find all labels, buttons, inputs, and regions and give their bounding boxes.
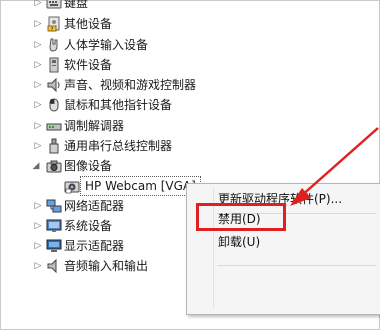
collapse-arrow-icon[interactable]: ◢ xyxy=(31,156,41,176)
tree-item-hp-webcam[interactable]: HP Webcam [VGA] xyxy=(0,176,201,196)
svg-text:?: ? xyxy=(51,27,54,32)
usb-icon xyxy=(46,138,62,154)
display-adapter-icon xyxy=(46,238,62,254)
tree-item-modem[interactable]: ▷ 调制解调器 xyxy=(0,116,200,136)
modem-icon xyxy=(46,118,62,134)
tree-item-label: 软件设备 xyxy=(64,58,113,72)
network-icon xyxy=(46,198,62,214)
tree-item-sound-video[interactable]: ▷ 声音、视频和游戏控制器 xyxy=(0,75,240,95)
expand-arrow-icon[interactable]: ▷ xyxy=(33,116,43,136)
keyboard-icon xyxy=(46,0,62,11)
expand-arrow-icon[interactable]: ▷ xyxy=(33,136,43,156)
tree-item-label: 其他设备 xyxy=(64,17,113,31)
expand-arrow-icon[interactable]: ▷ xyxy=(33,35,43,55)
camera-icon xyxy=(46,158,62,174)
tree-item-mouse[interactable]: ▷ 鼠标和其他指针设备 xyxy=(0,95,220,115)
expand-arrow-icon[interactable]: ▷ xyxy=(33,55,43,75)
tree-item-label: 键盘 xyxy=(64,0,89,10)
speaker-icon xyxy=(46,77,62,93)
tree-item-label: 显示适配器 xyxy=(64,239,125,253)
software-device-icon xyxy=(46,57,62,73)
tree-item-label: 鼠标和其他指针设备 xyxy=(64,98,173,112)
tree-item-label: 调制解调器 xyxy=(64,119,125,133)
tree-item-label: 网络适配器 xyxy=(64,199,125,213)
unknown-device-icon: ? xyxy=(46,16,62,33)
tree-item-label: 人体学输入设备 xyxy=(64,38,149,52)
tree-item-label: 系统设备 xyxy=(64,219,113,233)
tree-item-label: 图像设备 xyxy=(64,159,113,173)
tree-item-label: 通用串行总线控制器 xyxy=(64,139,173,153)
tree-item-label: HP Webcam [VGA] xyxy=(80,176,201,196)
hid-icon xyxy=(46,37,62,53)
tree-item-system-devices[interactable]: ▷ 系统设备 xyxy=(0,216,200,236)
tree-item-hid[interactable]: ▷ 人体学输入设备 xyxy=(0,35,220,55)
tree-item-network-adapters[interactable]: ▷ 网络适配器 xyxy=(0,196,200,216)
expand-arrow-icon[interactable]: ▷ xyxy=(33,75,43,95)
menu-item-uninstall[interactable]: 卸载(U) xyxy=(218,232,260,252)
webcam-icon xyxy=(64,178,80,194)
tree-item-usb[interactable]: ▷ 通用串行总线控制器 xyxy=(0,136,220,156)
mouse-icon xyxy=(46,97,62,113)
menu-separator xyxy=(217,265,376,266)
expand-arrow-icon[interactable]: ▷ xyxy=(33,14,43,34)
tree-item-label: 音频输入和输出 xyxy=(64,259,149,273)
expand-arrow-icon[interactable]: ▷ xyxy=(33,236,43,256)
expand-arrow-icon[interactable]: ▷ xyxy=(33,95,43,115)
tree-item-imaging-devices[interactable]: ◢ 图像设备 xyxy=(0,156,200,176)
expand-arrow-icon[interactable]: ▷ xyxy=(33,256,43,276)
tree-item-audio-io[interactable]: ▷ 音频输入和输出 xyxy=(0,256,200,276)
expand-arrow-icon[interactable]: ▷ xyxy=(33,196,43,216)
annotation-highlight-box xyxy=(196,203,286,231)
tree-item-software-devices[interactable]: ▷ 软件设备 xyxy=(0,55,200,75)
tree-item-keyboard[interactable]: ▷ 键盘 xyxy=(0,0,200,13)
audio-io-icon xyxy=(46,258,62,274)
tree-item-other-devices[interactable]: ▷ ? 其他设备 xyxy=(0,14,200,34)
system-device-icon xyxy=(46,218,62,234)
expand-arrow-icon[interactable]: ▷ xyxy=(33,216,43,236)
expand-arrow-icon[interactable]: ▷ xyxy=(33,0,43,13)
tree-item-display-adapters[interactable]: ▷ 显示适配器 xyxy=(0,236,200,256)
tree-item-label: 声音、视频和游戏控制器 xyxy=(64,78,197,92)
